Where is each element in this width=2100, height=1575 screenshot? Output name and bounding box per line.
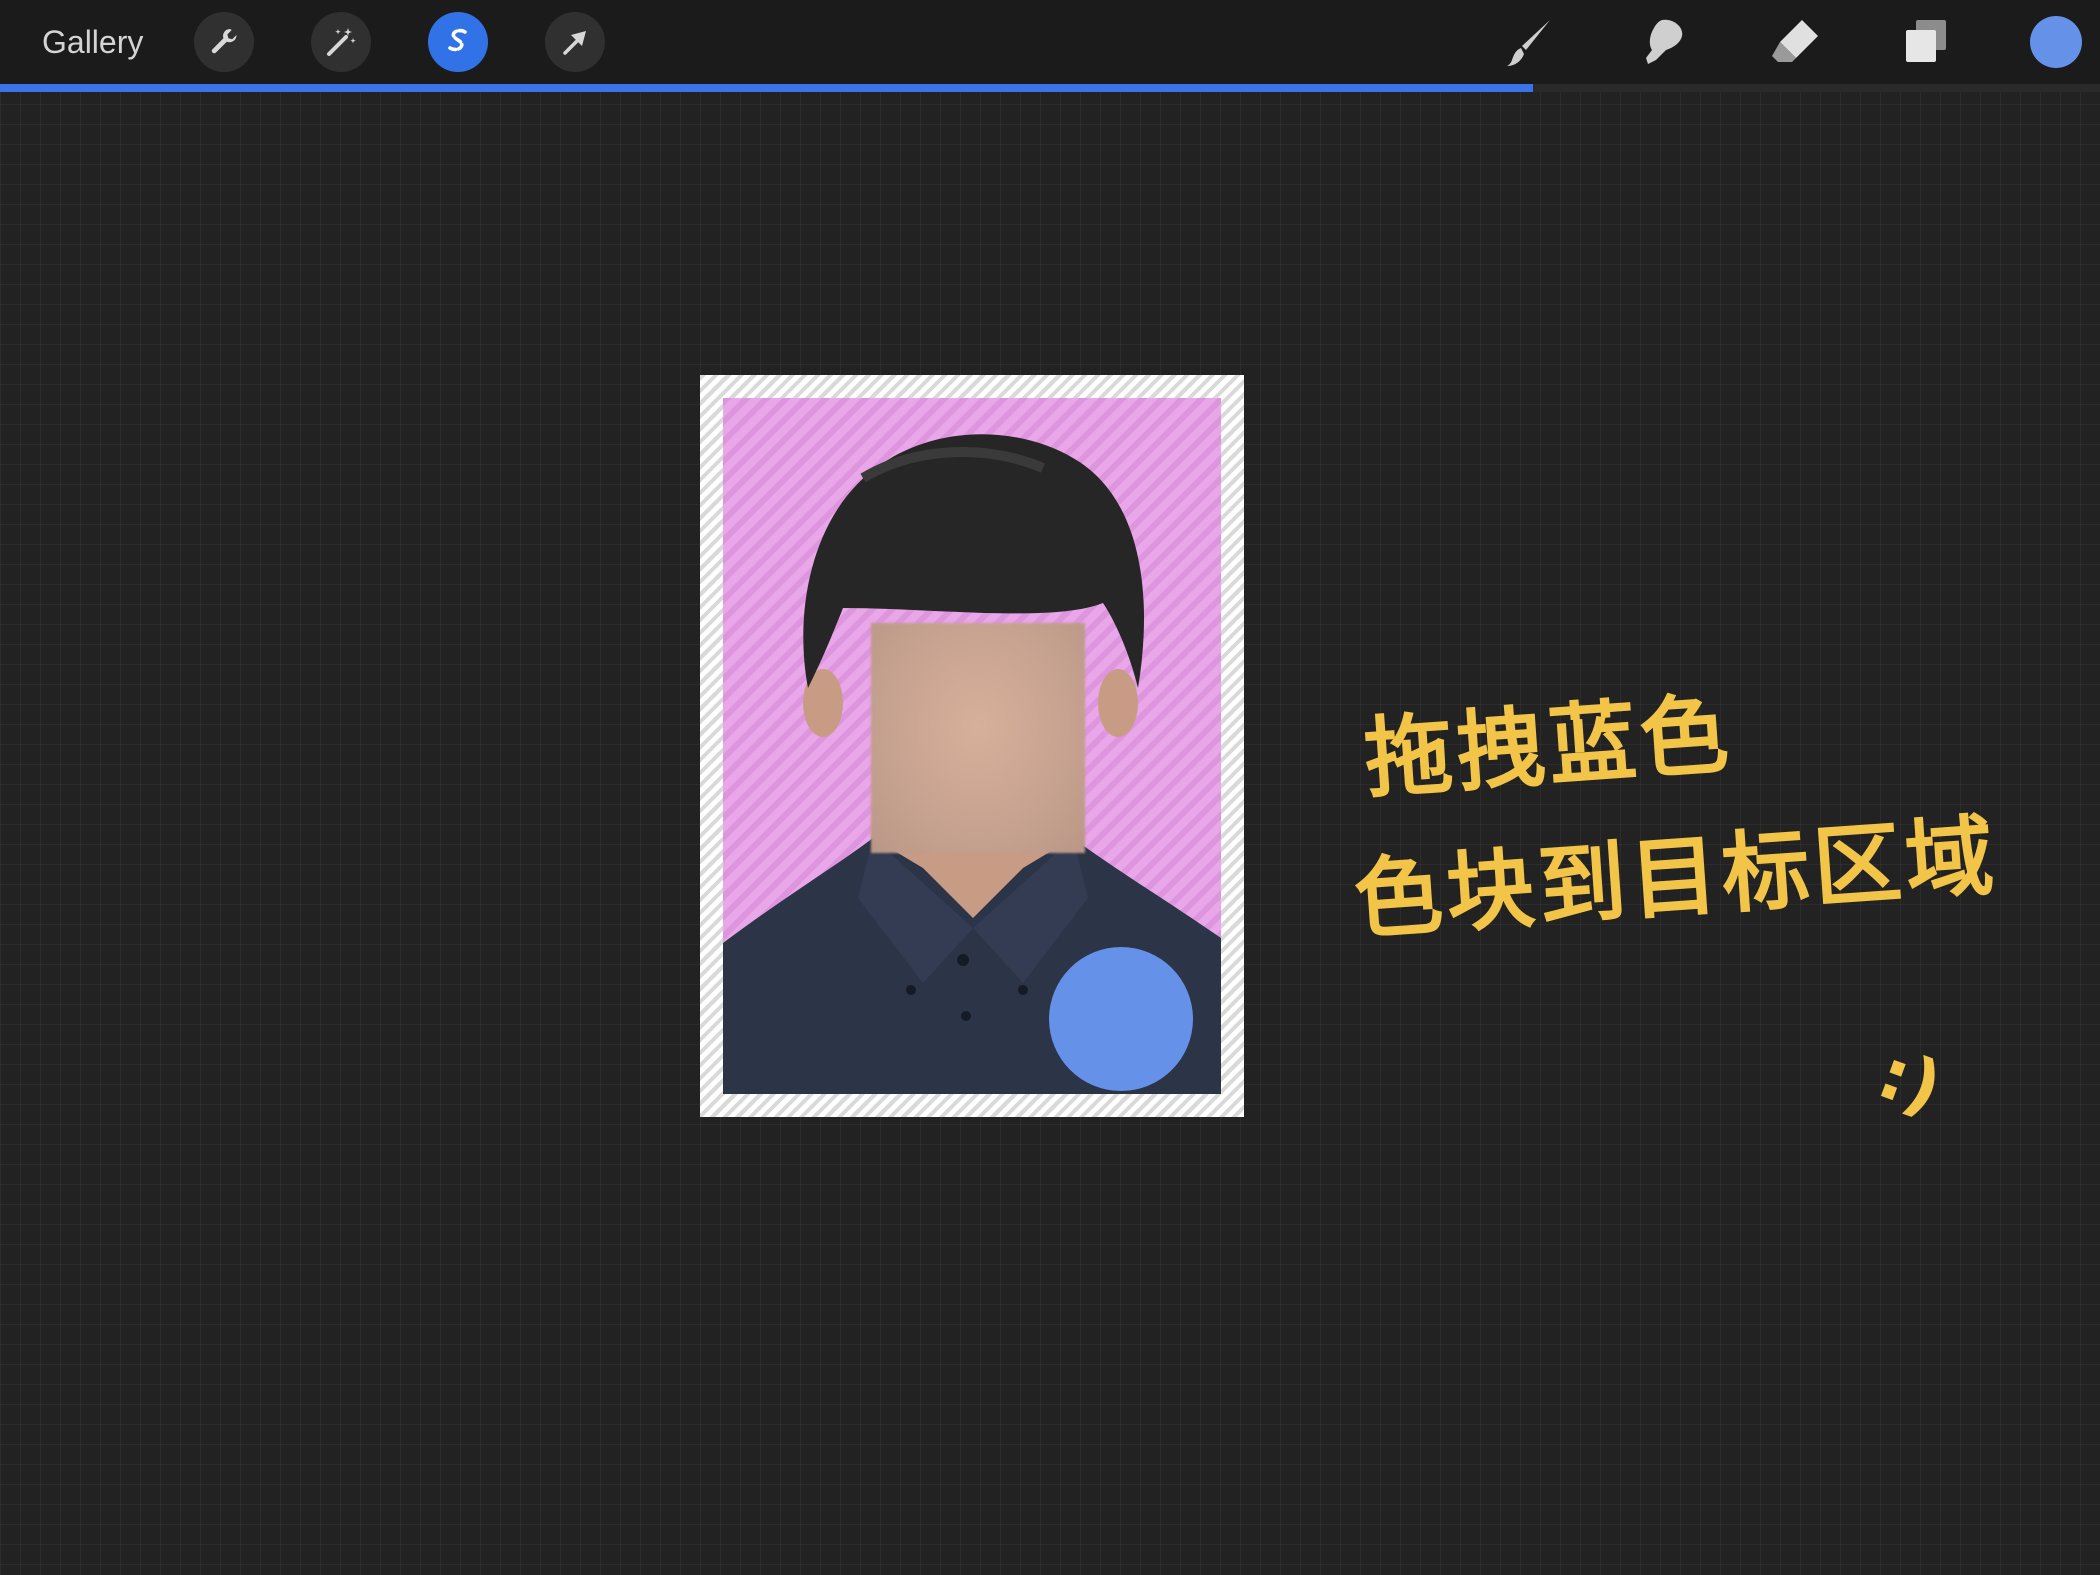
portrait-photo — [723, 398, 1221, 1094]
gallery-button[interactable]: Gallery — [42, 20, 143, 64]
brush-button[interactable] — [1500, 12, 1560, 72]
layers-button[interactable] — [1896, 12, 1956, 72]
transform-button[interactable] — [545, 12, 605, 72]
adjustments-button[interactable] — [311, 12, 371, 72]
magic-wand-icon — [327, 28, 356, 56]
smudge-button[interactable] — [1632, 12, 1692, 72]
color-picker-button[interactable] — [2030, 16, 2082, 68]
procreate-canvas-app: Gallery 拖拽蓝色 色块到目标区域:) — [0, 0, 2100, 1575]
progress-bar — [0, 84, 2100, 92]
progress-fill — [0, 84, 1533, 92]
selection-button[interactable] — [428, 12, 488, 72]
layers-icon — [1906, 20, 1946, 62]
blurred-face — [871, 623, 1085, 853]
actions-button[interactable] — [194, 12, 254, 72]
handwritten-note: 拖拽蓝色 色块到目标区域 — [1351, 641, 2078, 969]
photo-frame — [700, 375, 1244, 1117]
brush-icon — [1507, 20, 1550, 66]
wrench-icon — [211, 29, 237, 54]
top-toolbar: Gallery — [0, 0, 2100, 84]
eraser-button[interactable] — [1764, 12, 1824, 72]
smiley-doodle: :) — [1867, 1032, 1953, 1130]
eraser-icon — [1772, 20, 1818, 62]
transform-arrow-icon — [563, 31, 586, 55]
smudge-icon — [1646, 19, 1683, 64]
draggable-blue-dot[interactable] — [1049, 947, 1193, 1091]
selection-s-icon — [448, 28, 467, 52]
